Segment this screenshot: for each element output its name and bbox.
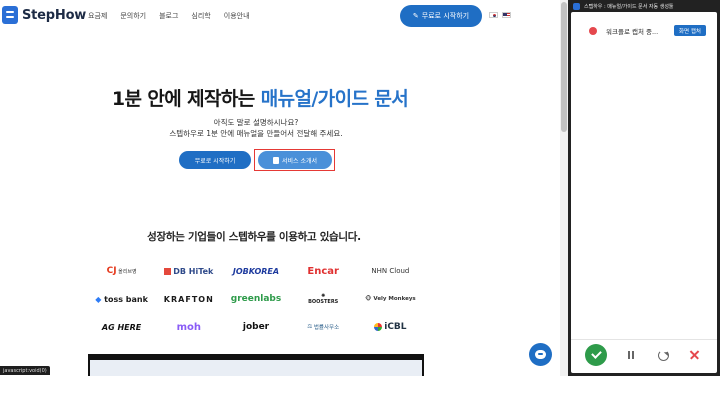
recording-status-row: 워크플로 캡처 중... 화면 캡처 [571,24,717,38]
nav-start-free-button[interactable]: ✎ 무료로 시작하기 [400,5,482,27]
nav-start-free-label: 무료로 시작하기 [421,12,470,20]
main-menu: 요금제 문의하기 블로그 심리학 이용안내 [88,11,250,21]
scrollbar-thumb[interactable] [561,2,567,132]
logo-krafton: KRAFTON [163,294,214,304]
start-free-button[interactable]: 무료로 시작하기 [179,151,251,169]
stephow-landing-page: StepHow 요금제 문의하기 블로그 심리학 이용안내 ✎ 무료로 시작하기… [0,0,568,376]
client-logo-grid: CJ 올리브영 DB HiTek JOBKOREA Encar NHN Clou… [88,262,424,336]
check-icon[interactable] [585,344,607,366]
menu-item-blog[interactable]: 블로그 [159,11,178,21]
menu-item-guide[interactable]: 이용안내 [224,11,250,21]
logo-dbhitek: DB HiTek [155,262,222,280]
highlighted-click-target: 서비스 소개서 [254,149,335,171]
hero-subtitle-line2: 스텝하우로 1분 안에 매뉴얼을 만들어서 전달해 주세요. [169,129,343,138]
screen: StepHow 요금제 문의하기 블로그 심리학 이용안내 ✎ 무료로 시작하기… [0,0,720,400]
close-icon[interactable] [683,344,705,366]
hero-title-highlight: 매뉴얼/가이드 문서 [260,88,409,110]
capture-controls [571,342,717,370]
hero-subtitle-line1: 아직도 말로 설명하시나요? [213,118,299,127]
logo-lawfirm: ⚖ 법률사무소 [307,324,340,331]
logo-boosters: ✺ BOOSTERS [308,293,339,305]
rocket-icon: ✎ [412,12,419,20]
stephow-logo-icon [2,6,18,24]
panel-body: 워크플로 캡처 중... 화면 캡처 [571,12,717,373]
start-free-label: 무료로 시작하기 [194,157,236,165]
logo-velymonkeys: 🐵 Vely Monkeys [365,296,416,302]
chat-support-button[interactable] [529,343,552,366]
logo-cj-oliveyoung: CJ 올리브영 [106,266,137,276]
stephow-app-icon [573,2,580,10]
brand-logo[interactable]: StepHow [2,6,86,24]
panel-window-title: 스텝하우 : 매뉴얼/가이드 문서 자동 생성툴 [584,3,674,10]
screen-capture-button[interactable]: 화면 캡처 [674,25,706,36]
logo-nhncloud: NHN Cloud [371,267,410,275]
panel-divider [571,339,717,340]
service-brochure-button[interactable]: 서비스 소개서 [258,151,332,169]
language-switcher [489,12,511,18]
logo-greenlabs: greenlabs [230,294,282,304]
chat-bubble-icon [535,350,546,359]
clients-section-title: 성장하는 기업들이 스텝하우를 이용하고 있습니다. [147,231,361,243]
hero-title-plain: 1분 안에 제작하는 [111,88,261,110]
service-brochure-label: 서비스 소개서 [281,157,318,165]
page-scrollbar[interactable] [560,0,568,376]
logo-icbl: iCBL [357,318,424,336]
pause-icon[interactable] [620,344,642,366]
restart-icon[interactable] [652,344,674,366]
menu-item-pricing[interactable]: 요금제 [88,11,107,21]
top-navigation: StepHow 요금제 문의하기 블로그 심리학 이용안내 ✎ 무료로 시작하기 [0,0,560,32]
panel-titlebar: 스텝하우 : 매뉴얼/가이드 문서 자동 생성툴 [568,0,720,12]
demo-video-preview[interactable] [88,354,424,376]
ko-flag-icon[interactable] [489,12,498,18]
logo-moh: moh [176,321,201,333]
recording-dot-icon [589,27,597,35]
bottom-blank-area [0,376,720,400]
logo-aghere: AG HERE [101,322,142,332]
logo-encar: Encar [307,265,339,277]
brand-name: StepHow [22,7,87,23]
us-flag-icon[interactable] [502,12,511,18]
logo-jober: jober [242,322,270,332]
hero-title: 1분 안에 제작하는 매뉴얼/가이드 문서 [0,84,520,111]
recording-status-text: 워크플로 캡처 중... [606,28,659,36]
menu-item-contact[interactable]: 문의하기 [120,11,146,21]
capture-extension-panel: 스텝하우 : 매뉴얼/가이드 문서 자동 생성툴 워크플로 캡처 중... 화면… [568,0,720,376]
logo-tossbank: ◆ toss bank [95,294,148,304]
document-icon [272,156,279,164]
menu-item-psychology[interactable]: 심리학 [191,11,210,21]
video-browser-bar [90,360,422,376]
logo-jobkorea: JOBKOREA [232,266,280,276]
link-status-bar: javascript:void(0) [0,366,50,375]
screen-capture-label: 화면 캡처 [679,28,701,35]
